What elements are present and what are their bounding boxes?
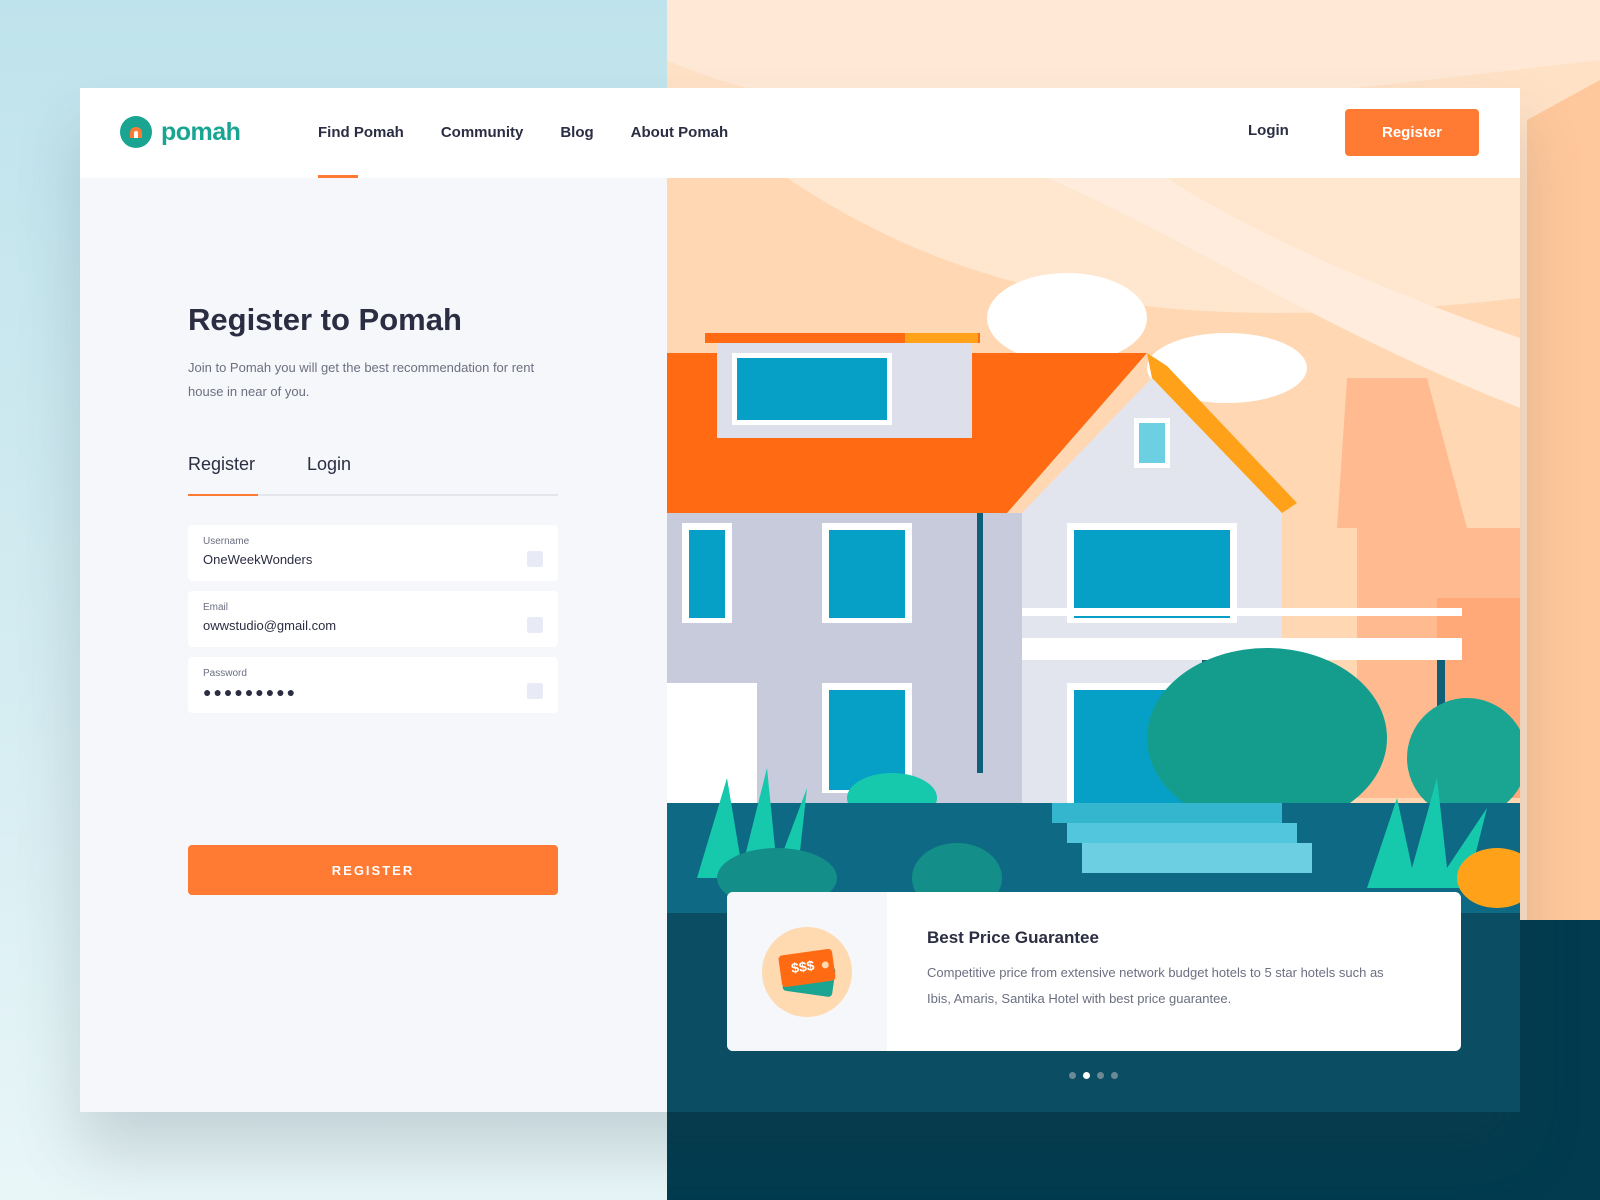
tab-register[interactable]: Register bbox=[188, 454, 255, 475]
header-login-link[interactable]: Login bbox=[1248, 122, 1289, 139]
nav-blog[interactable]: Blog bbox=[560, 88, 593, 178]
carousel-dot-1[interactable] bbox=[1069, 1072, 1076, 1079]
nav-about-pomah[interactable]: About Pomah bbox=[631, 88, 729, 178]
feature-title: Best Price Guarantee bbox=[927, 928, 1099, 947]
carousel-dot-4[interactable] bbox=[1111, 1072, 1118, 1079]
main-nav: Find Pomah Community Blog About Pomah bbox=[318, 88, 765, 178]
password-field[interactable]: Password ●●●●●●●●● bbox=[188, 657, 558, 713]
header-register-button[interactable]: Register bbox=[1345, 109, 1479, 156]
feature-icon-column: $$$ bbox=[727, 892, 887, 1051]
page-subtitle: Join to Pomah you will get the best reco… bbox=[188, 360, 535, 399]
logo[interactable]: pomah bbox=[120, 116, 241, 148]
password-label: Password bbox=[203, 668, 247, 679]
tab-login[interactable]: Login bbox=[307, 454, 351, 475]
feature-card: $$$ Best Price Guarantee Competitive pri… bbox=[727, 892, 1461, 1051]
logo-text: pomah bbox=[161, 117, 241, 146]
carousel-dot-2[interactable] bbox=[1083, 1072, 1090, 1079]
nav-find-pomah[interactable]: Find Pomah bbox=[318, 88, 404, 178]
carousel-dots bbox=[1069, 1072, 1125, 1079]
password-field-icon bbox=[527, 683, 543, 699]
username-input[interactable]: OneWeekWonders bbox=[203, 552, 312, 567]
price-tag-text: $$$ bbox=[790, 957, 816, 977]
price-tag-icon: $$$ bbox=[762, 927, 852, 1017]
username-label: Username bbox=[203, 536, 250, 547]
register-panel: Register to Pomah Join to Pomah you will… bbox=[80, 178, 667, 1112]
top-navbar: pomah Find Pomah Community Blog About Po… bbox=[80, 88, 1520, 178]
username-field-icon bbox=[527, 551, 543, 567]
auth-tabs: Register Login bbox=[188, 454, 558, 496]
active-tab-indicator bbox=[188, 494, 258, 496]
email-input[interactable]: owwstudio@gmail.com bbox=[203, 618, 336, 633]
nav-community[interactable]: Community bbox=[441, 88, 524, 178]
main-window: pomah Find Pomah Community Blog About Po… bbox=[80, 88, 1520, 1112]
carousel-dot-3[interactable] bbox=[1097, 1072, 1104, 1079]
email-label: Email bbox=[203, 602, 229, 613]
feature-description: Competitive price from extensive network… bbox=[927, 965, 1384, 1006]
register-submit-button[interactable]: REGISTER bbox=[188, 845, 558, 895]
page-title: Register to Pomah bbox=[188, 302, 462, 337]
username-field[interactable]: Username OneWeekWonders bbox=[188, 525, 558, 581]
email-field[interactable]: Email owwstudio@gmail.com bbox=[188, 591, 558, 647]
home-logo-icon bbox=[120, 116, 152, 148]
email-field-icon bbox=[527, 617, 543, 633]
hero-illustration-panel: $$$ Best Price Guarantee Competitive pri… bbox=[667, 178, 1520, 1112]
password-input[interactable]: ●●●●●●●●● bbox=[203, 684, 297, 700]
